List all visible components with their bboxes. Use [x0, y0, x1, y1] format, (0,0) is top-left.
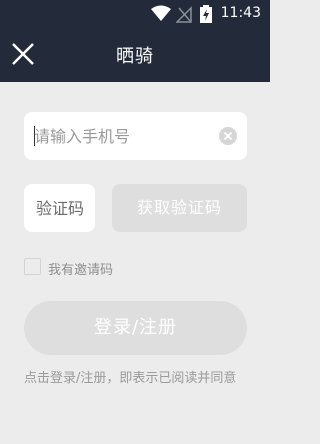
agreement-notice: 点击登录/注册，即表示已阅读并同意	[24, 371, 237, 386]
login-register-button[interactable]: 登录/注册	[24, 301, 247, 355]
verification-code-input[interactable]	[24, 184, 95, 232]
battery-charging-icon	[200, 5, 212, 23]
page-title: 晒骑	[116, 46, 154, 67]
clear-circle-icon[interactable]	[219, 127, 237, 145]
wifi-icon	[151, 5, 171, 21]
get-code-button[interactable]: 获取验证码	[112, 184, 247, 232]
invite-code-checkbox[interactable]	[24, 258, 41, 275]
signal-icon	[176, 6, 192, 23]
invite-code-label[interactable]: 我有邀请码	[48, 259, 113, 278]
status-bar: 11:43	[0, 0, 270, 28]
phone-input[interactable]	[34, 112, 214, 160]
app-header: 晒骑	[0, 28, 270, 82]
phone-field[interactable]	[24, 112, 247, 160]
status-time: 11:43	[220, 5, 261, 21]
verification-code-field[interactable]	[24, 184, 95, 232]
